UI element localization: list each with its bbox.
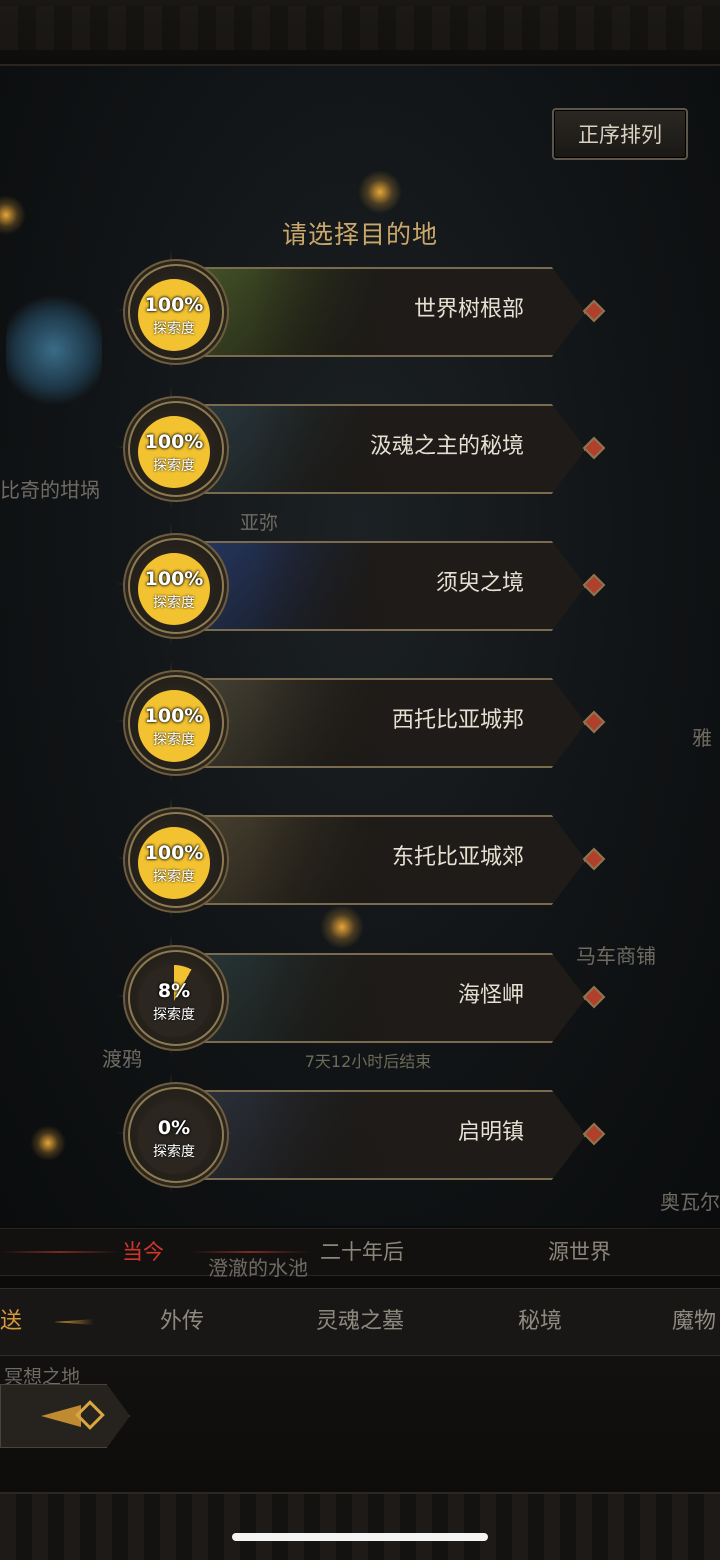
top-frame <box>0 0 720 66</box>
home-indicator[interactable] <box>232 1533 488 1541</box>
exploration-percent: 100% <box>144 294 204 316</box>
destination-item[interactable]: 世界树根部 100% 探索度 <box>116 249 606 371</box>
destination-name: 东托比亚城郊 <box>391 845 524 870</box>
exploration-percent: 100% <box>144 705 204 727</box>
bottom-frame <box>0 1492 720 1560</box>
map-label[interactable]: 奥瓦尔 <box>660 1186 720 1215</box>
destination-name: 须臾之境 <box>435 571 524 596</box>
fountain-landmark <box>6 290 102 410</box>
tab-teleport[interactable]: 传送 <box>0 1289 22 1355</box>
destination-item[interactable]: 汲魂之主的秘境 100% 探索度 <box>116 386 606 508</box>
exploration-badge: 100% 探索度 <box>128 264 224 360</box>
exploration-badge: 100% 探索度 <box>128 401 224 497</box>
direction-arrow-icon <box>41 1400 105 1430</box>
exploration-percent: 8% <box>157 980 191 1002</box>
tab-secret-realm[interactable]: 秘境 <box>518 1289 562 1355</box>
era-tab-current[interactable]: 当今 <box>122 1229 164 1275</box>
destination-item[interactable]: 启明镇 0% 探索度 <box>116 1072 606 1194</box>
era-selector: 当今 二十年后 源世界 <box>0 1228 720 1276</box>
exploration-badge: 100% 探索度 <box>128 538 224 634</box>
exploration-label: 探索度 <box>153 732 195 748</box>
era-tab-twenty-years[interactable]: 二十年后 <box>320 1229 404 1275</box>
map-label[interactable]: 亚弥 <box>240 508 278 535</box>
destination-item[interactable]: 东托比亚城郊 100% 探索度 <box>116 797 606 919</box>
exploration-percent: 100% <box>144 568 204 590</box>
exploration-label: 探索度 <box>153 595 195 611</box>
event-timer: 7天12小时后结束 <box>304 1052 432 1071</box>
destination-item[interactable]: 西托比亚城邦 100% 探索度 <box>116 660 606 782</box>
destination-name: 海怪岬 <box>457 983 524 1008</box>
exploration-label: 探索度 <box>153 869 195 885</box>
map-label[interactable]: 比奇的坩埚 <box>0 474 100 503</box>
destination-item[interactable]: 须臾之境 100% 探索度 <box>116 523 606 645</box>
lantern-glow <box>358 170 402 214</box>
exploration-label: 探索度 <box>153 1144 195 1160</box>
exploration-percent: 100% <box>144 431 204 453</box>
exploration-label: 探索度 <box>153 1007 195 1023</box>
era-divider <box>0 1251 120 1253</box>
destination-name: 世界树根部 <box>413 297 524 322</box>
select-destination-title: 请选择目的地 <box>281 220 438 249</box>
exploration-label: 探索度 <box>153 458 195 474</box>
direction-button[interactable] <box>0 1384 130 1448</box>
destination-name: 启明镇 <box>457 1120 524 1145</box>
tab-side-story[interactable]: 外传 <box>160 1289 204 1355</box>
destination-name: 西托比亚城邦 <box>391 708 524 733</box>
destination-name: 汲魂之主的秘境 <box>369 434 524 459</box>
lantern-glow <box>30 1125 66 1161</box>
exploration-percent: 100% <box>144 842 204 864</box>
lantern-glow <box>320 905 364 949</box>
sort-order-button[interactable]: 正序排列 <box>552 108 688 160</box>
exploration-badge: 100% 探索度 <box>128 812 224 908</box>
exploration-badge: 100% 探索度 <box>128 675 224 771</box>
era-tab-origin-world[interactable]: 源世界 <box>548 1229 611 1275</box>
destination-item[interactable]: 海怪岬 8% 探索度 <box>116 935 606 1057</box>
exploration-badge: 0% 探索度 <box>128 1087 224 1183</box>
tab-monster[interactable]: 魔物 <box>672 1289 716 1355</box>
tab-soul-tomb[interactable]: 灵魂之墓 <box>316 1289 404 1355</box>
exploration-percent: 0% <box>157 1117 191 1139</box>
exploration-label: 探索度 <box>153 321 195 337</box>
map-label[interactable]: 澄澈的水池 <box>208 1252 308 1281</box>
exploration-badge: 8% 探索度 <box>128 950 224 1046</box>
active-tab-arrow-icon <box>54 1319 94 1325</box>
map-label[interactable]: 雅 <box>692 722 712 751</box>
category-tabs: 传送 外传 灵魂之墓 秘境 魔物 <box>0 1288 720 1356</box>
